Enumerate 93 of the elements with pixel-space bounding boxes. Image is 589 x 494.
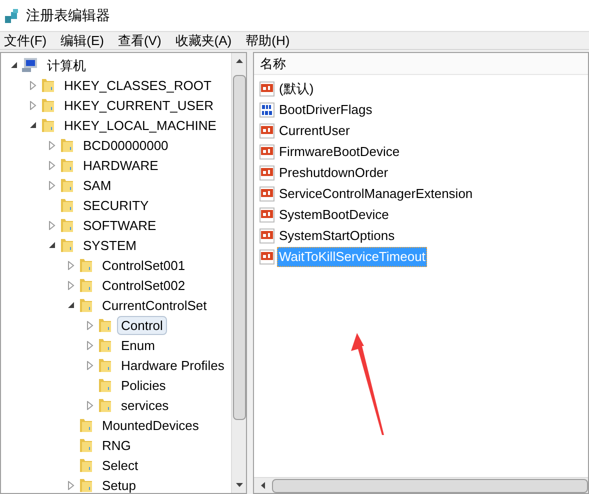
tree-item[interactable]: HKEY_LOCAL_MACHINE xyxy=(60,116,220,134)
folder-icon xyxy=(97,337,113,353)
tree-item[interactable]: CurrentControlSet xyxy=(98,296,211,314)
expand-arrow-icon[interactable] xyxy=(29,100,37,110)
string-value-icon xyxy=(259,164,275,180)
registry-cubes-icon xyxy=(4,8,20,24)
string-value-icon xyxy=(259,122,275,138)
string-value-icon xyxy=(259,206,275,222)
expand-arrow-icon[interactable] xyxy=(86,320,94,330)
expand-arrow-icon[interactable] xyxy=(29,80,37,90)
tree-item[interactable]: Enum xyxy=(117,336,159,354)
binary-value-icon xyxy=(259,102,275,118)
computer-icon xyxy=(21,57,39,73)
tree-item[interactable]: Hardware Profiles xyxy=(117,356,228,374)
folder-icon xyxy=(59,157,75,173)
expand-arrow-icon[interactable] xyxy=(48,180,56,190)
value-name[interactable]: SystemBootDevice xyxy=(277,204,391,224)
string-value-icon xyxy=(259,80,275,96)
tree-item[interactable]: SYSTEM xyxy=(79,236,140,254)
expand-arrow-icon[interactable] xyxy=(86,340,94,350)
collapse-arrow-icon[interactable] xyxy=(10,61,18,69)
scrollbar-thumb[interactable] xyxy=(272,478,588,492)
folder-icon xyxy=(59,177,75,193)
folder-icon xyxy=(97,397,113,413)
tree-item[interactable]: Control xyxy=(117,316,167,334)
collapse-arrow-icon[interactable] xyxy=(67,301,75,309)
folder-icon xyxy=(78,457,94,473)
tree-item[interactable]: ControlSet001 xyxy=(98,256,190,274)
scroll-up-icon[interactable] xyxy=(236,59,242,63)
tree-item[interactable]: services xyxy=(117,396,173,414)
scroll-down-icon[interactable] xyxy=(236,483,242,487)
expand-arrow-icon[interactable] xyxy=(86,360,94,370)
menu-item[interactable]: 文件(F) xyxy=(4,30,47,50)
tree-item[interactable]: HARDWARE xyxy=(79,156,162,174)
menu-item[interactable]: 编辑(E) xyxy=(60,30,104,50)
folder-icon xyxy=(59,237,75,253)
menu-item[interactable]: 查看(V) xyxy=(118,30,162,50)
tree-item[interactable]: SOFTWARE xyxy=(79,216,160,234)
menu-item[interactable]: 帮助(H) xyxy=(246,30,290,50)
collapse-arrow-icon[interactable] xyxy=(29,121,37,129)
value-name[interactable]: FirmwareBootDevice xyxy=(277,142,402,162)
tree-item[interactable]: Select xyxy=(98,456,142,474)
tree-item[interactable]: SECURITY xyxy=(79,196,153,214)
string-value-icon xyxy=(259,186,275,202)
value-name[interactable]: ServiceControlManagerExtension xyxy=(277,184,475,204)
value-name[interactable]: CurrentUser xyxy=(277,120,352,140)
folder-icon xyxy=(78,297,94,313)
folder-icon xyxy=(97,377,113,393)
value-name[interactable]: SystemStartOptions xyxy=(277,226,397,246)
folder-icon xyxy=(59,217,75,233)
expand-arrow-icon[interactable] xyxy=(67,280,75,290)
menu-item[interactable]: 收藏夹(A) xyxy=(175,30,232,50)
string-value-icon xyxy=(259,248,275,264)
folder-icon xyxy=(78,477,94,493)
folder-icon xyxy=(78,257,94,273)
folder-icon xyxy=(40,117,56,133)
column-header[interactable]: 名称 xyxy=(254,53,588,75)
collapse-arrow-icon[interactable] xyxy=(48,241,56,249)
horizontal-scrollbar[interactable] xyxy=(254,477,588,493)
window-title: 注册表编辑器 xyxy=(26,6,110,25)
tree-item[interactable]: Policies xyxy=(117,376,170,394)
value-name[interactable]: PreshutdownOrder xyxy=(277,162,390,182)
value-name[interactable]: (默认) xyxy=(277,78,316,98)
string-value-icon xyxy=(259,228,275,244)
scrollbar-thumb[interactable] xyxy=(232,75,246,420)
tree-item[interactable]: Setup xyxy=(98,476,140,493)
tree-item[interactable]: MountedDevices xyxy=(98,416,203,434)
expand-arrow-icon[interactable] xyxy=(48,140,56,150)
folder-icon xyxy=(40,77,56,93)
tree-item[interactable]: SAM xyxy=(79,176,116,194)
folder-icon xyxy=(78,277,94,293)
tree-item[interactable]: RNG xyxy=(98,436,135,454)
tree-item[interactable]: 计算机 xyxy=(43,56,90,74)
vertical-scrollbar[interactable] xyxy=(231,53,246,493)
expand-arrow-icon[interactable] xyxy=(86,400,94,410)
folder-icon xyxy=(97,317,113,333)
value-name[interactable]: BootDriverFlags xyxy=(277,100,374,120)
expand-arrow-icon[interactable] xyxy=(67,260,75,270)
folder-icon xyxy=(97,357,113,373)
string-value-icon xyxy=(259,144,275,160)
folder-icon xyxy=(59,137,75,153)
expand-arrow-icon[interactable] xyxy=(48,220,56,230)
expand-arrow-icon[interactable] xyxy=(48,160,56,170)
tree-item[interactable]: ControlSet002 xyxy=(98,276,190,294)
scroll-left-icon[interactable] xyxy=(261,482,265,489)
folder-icon xyxy=(59,197,75,213)
tree-item[interactable]: BCD00000000 xyxy=(79,136,172,154)
expand-arrow-icon[interactable] xyxy=(67,480,75,490)
folder-icon xyxy=(40,97,56,113)
tree-item[interactable]: HKEY_CLASSES_ROOT xyxy=(60,76,216,94)
tree-item[interactable]: HKEY_CURRENT_USER xyxy=(60,96,218,114)
folder-icon xyxy=(78,437,94,453)
folder-icon xyxy=(78,417,94,433)
